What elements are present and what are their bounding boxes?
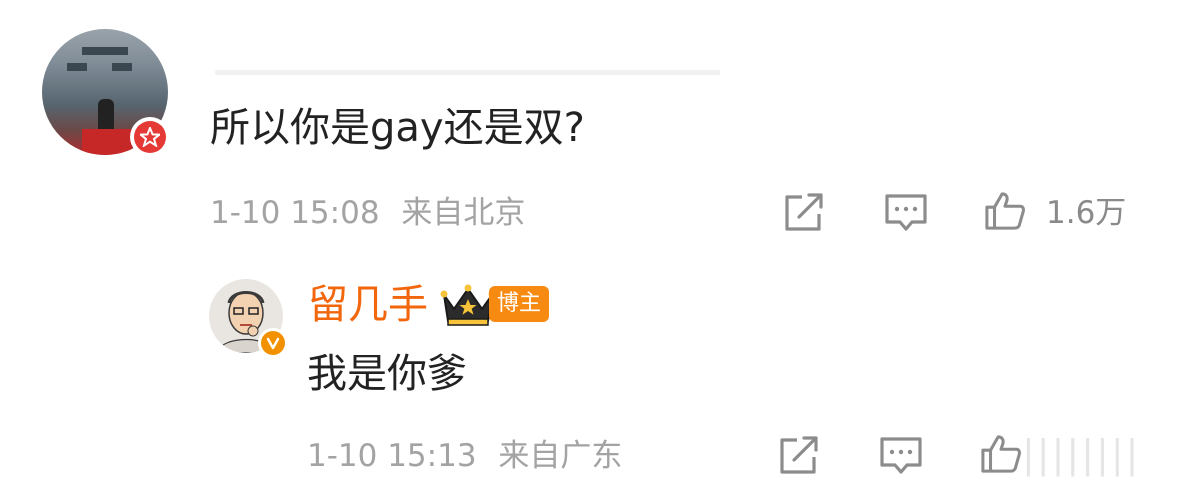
v-verified-icon — [258, 328, 288, 358]
reply-author-name[interactable]: 留几手 — [308, 280, 428, 330]
comment-text: 所以你是gay还是双? — [210, 105, 585, 151]
watermark-overlay: |||||||| — [1022, 432, 1141, 476]
reply-text: 我是你爹 — [307, 351, 467, 397]
share-icon[interactable] — [783, 193, 827, 233]
reply-meta: 1-10 15:13 来自广东 — [307, 436, 622, 476]
comment-icon[interactable] — [879, 436, 923, 476]
comment-icon[interactable] — [884, 193, 928, 233]
comment-time: 1-10 15:08 — [210, 195, 380, 231]
reply-location: 来自广东 — [498, 438, 623, 474]
thumbs-up-icon[interactable] — [983, 191, 1027, 231]
red-star-badge-icon — [130, 117, 170, 157]
author-tag-badge: 博主 — [489, 286, 550, 322]
comment-meta: 1-10 15:08 来自北京 — [210, 193, 525, 233]
comment-location: 来自北京 — [401, 195, 526, 231]
like-count: 1.6万 — [1046, 195, 1127, 231]
reply-time: 1-10 15:13 — [307, 438, 477, 474]
share-icon[interactable] — [778, 436, 822, 476]
collapsed-text-line — [215, 70, 720, 75]
thumbs-up-icon[interactable] — [979, 434, 1023, 474]
crown-icon — [440, 284, 496, 326]
